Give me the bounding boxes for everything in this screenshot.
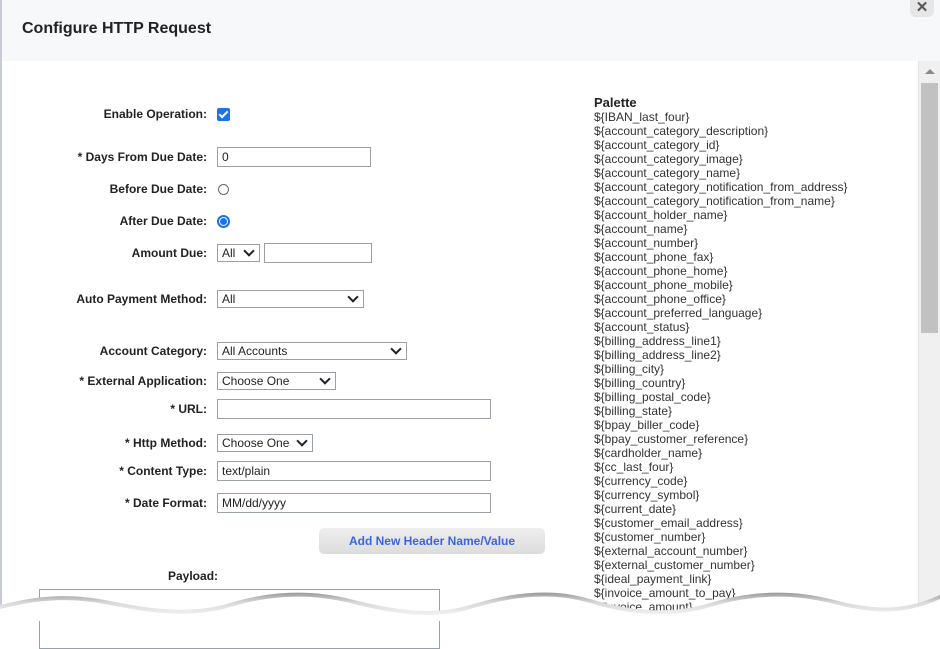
palette-item[interactable]: ${billing_country}	[594, 376, 848, 390]
palette-item[interactable]: ${billing_state}	[594, 404, 848, 418]
palette-item[interactable]: ${account_phone_home}	[594, 264, 848, 278]
chevron-down-icon	[347, 291, 359, 303]
http-method-select[interactable]: Choose One	[217, 434, 313, 452]
scrollbar-thumb[interactable]	[921, 83, 938, 333]
chevron-down-icon	[296, 435, 308, 447]
palette-item[interactable]: ${IBAN_last_four}	[594, 110, 848, 124]
palette-item[interactable]: ${external_account_number}	[594, 544, 848, 558]
dialog-content: Enable Operation: * Days From Due Date: …	[2, 61, 918, 649]
http-method-value: Choose One	[222, 436, 290, 450]
date-format-row: * Date Format: MM/dd/yyyy	[2, 493, 491, 513]
palette-item[interactable]: ${account_preferred_language}	[594, 306, 848, 320]
auto-payment-method-row: Auto Payment Method: All	[2, 290, 364, 308]
amount-due-row: Amount Due: All	[2, 243, 372, 263]
add-header-button[interactable]: Add New Header Name/Value	[319, 528, 545, 554]
http-method-row: * Http Method: Choose One	[2, 434, 313, 452]
palette-item[interactable]: ${account_category_description}	[594, 124, 848, 138]
palette-item[interactable]: ${external_customer_number}	[594, 558, 848, 572]
account-category-label: Account Category:	[99, 344, 207, 358]
date-format-label: * Date Format:	[124, 496, 207, 510]
external-application-row: * External Application: Choose One	[2, 372, 336, 390]
after-due-date-row: After Due Date:	[2, 214, 230, 228]
palette-item[interactable]: ${account_phone_office}	[594, 292, 848, 306]
after-due-date-radio[interactable]	[217, 214, 230, 228]
before-due-date-row: Before Due Date:	[2, 182, 229, 196]
palette-list: ${IBAN_last_four} ${account_category_desc…	[594, 110, 848, 614]
date-format-input[interactable]: MM/dd/yyyy	[217, 493, 491, 513]
dialog-header: Configure HTTP Request	[2, 0, 940, 61]
palette-item[interactable]: ${ideal_payment_link}	[594, 572, 848, 586]
payload-label: Payload:	[168, 569, 219, 583]
palette-item[interactable]: ${account_category_id}	[594, 138, 848, 152]
configure-http-request-dialog: Configure HTTP Request ✕ Enable Operatio…	[0, 0, 940, 649]
before-due-date-radio[interactable]	[218, 183, 229, 195]
before-due-date-label: Before Due Date:	[109, 182, 207, 196]
days-from-due-date-label: * Days From Due Date:	[77, 150, 207, 164]
palette-item[interactable]: ${current_date}	[594, 502, 848, 516]
account-category-row: Account Category: All Accounts	[2, 342, 407, 360]
account-category-select[interactable]: All Accounts	[217, 342, 407, 360]
palette-item[interactable]: ${bpay_biller_code}	[594, 418, 848, 432]
external-application-label: * External Application:	[79, 374, 207, 388]
palette-item[interactable]: ${account_category_name}	[594, 166, 848, 180]
external-application-value: Choose One	[222, 374, 290, 388]
dialog-title: Configure HTTP Request	[22, 20, 212, 37]
palette-item[interactable]: ${account_phone_mobile}	[594, 278, 848, 292]
content-type-row: * Content Type: text/plain	[2, 461, 491, 481]
palette-item[interactable]: ${currency_symbol}	[594, 488, 848, 502]
palette-item[interactable]: ${cc_last_four}	[594, 460, 848, 474]
account-category-value: All Accounts	[222, 344, 288, 358]
auto-payment-method-value: All	[222, 292, 236, 306]
palette-item[interactable]: ${account_category_notification_from_nam…	[594, 194, 848, 208]
url-row: * URL:	[2, 399, 491, 419]
palette-item[interactable]: ${currency_code}	[594, 474, 848, 488]
enable-operation-label: Enable Operation:	[103, 107, 207, 121]
amount-due-label: Amount Due:	[131, 246, 207, 260]
palette-item[interactable]: ${billing_address_line1}	[594, 334, 848, 348]
palette-item[interactable]: ${account_name}	[594, 222, 848, 236]
url-label: * URL:	[170, 402, 207, 416]
payload-textarea[interactable]	[39, 589, 440, 649]
content-type-label: * Content Type:	[119, 464, 207, 478]
external-application-select[interactable]: Choose One	[217, 372, 336, 390]
chevron-down-icon	[319, 373, 331, 385]
close-icon: ✕	[915, 0, 929, 16]
amount-due-input[interactable]	[264, 243, 372, 263]
vertical-scrollbar[interactable]	[918, 61, 940, 621]
palette-item[interactable]: ${account_category_image}	[594, 152, 848, 166]
palette-item[interactable]: ${cardholder_name}	[594, 446, 848, 460]
days-from-due-date-row: * Days From Due Date: 0	[2, 147, 371, 167]
palette-item[interactable]: ${account_holder_name}	[594, 208, 848, 222]
amount-due-operator-select[interactable]: All	[217, 244, 260, 262]
palette-item[interactable]: ${account_phone_fax}	[594, 250, 848, 264]
after-due-date-label: After Due Date:	[119, 214, 207, 228]
scroll-up-arrow-icon[interactable]	[925, 69, 935, 74]
days-from-due-date-input[interactable]: 0	[217, 147, 371, 167]
enable-operation-row: Enable Operation:	[2, 107, 230, 121]
http-method-label: * Http Method:	[125, 436, 207, 450]
auto-payment-method-label: Auto Payment Method:	[76, 292, 207, 306]
palette-item[interactable]: ${account_number}	[594, 236, 848, 250]
auto-payment-method-select[interactable]: All	[217, 290, 364, 308]
palette-item[interactable]: ${customer_number}	[594, 530, 848, 544]
palette-title: Palette	[594, 95, 637, 110]
close-button[interactable]: ✕	[910, 0, 934, 17]
palette-item[interactable]: ${account_category_notification_from_add…	[594, 180, 848, 194]
palette-item[interactable]: ${invoice_amount_to_pay}	[594, 586, 848, 600]
url-input[interactable]	[217, 399, 491, 419]
palette-item[interactable]: ${bpay_customer_reference}	[594, 432, 848, 446]
content-type-input[interactable]: text/plain	[217, 461, 491, 481]
enable-operation-checkbox[interactable]	[217, 107, 230, 121]
palette-item[interactable]: ${billing_postal_code}	[594, 390, 848, 404]
palette-item[interactable]: ${billing_city}	[594, 362, 848, 376]
palette: Palette ${IBAN_last_four} ${account_categ…	[594, 95, 848, 615]
palette-item[interactable]: ${billing_address_line2}	[594, 348, 848, 362]
chevron-down-icon	[243, 245, 255, 257]
palette-item[interactable]: ${account_status}	[594, 320, 848, 334]
palette-item[interactable]: ${invoice_amount}	[594, 600, 848, 614]
palette-item[interactable]: ${customer_email_address}	[594, 516, 848, 530]
chevron-down-icon	[390, 343, 402, 355]
amount-due-operator-value: All	[222, 246, 236, 260]
